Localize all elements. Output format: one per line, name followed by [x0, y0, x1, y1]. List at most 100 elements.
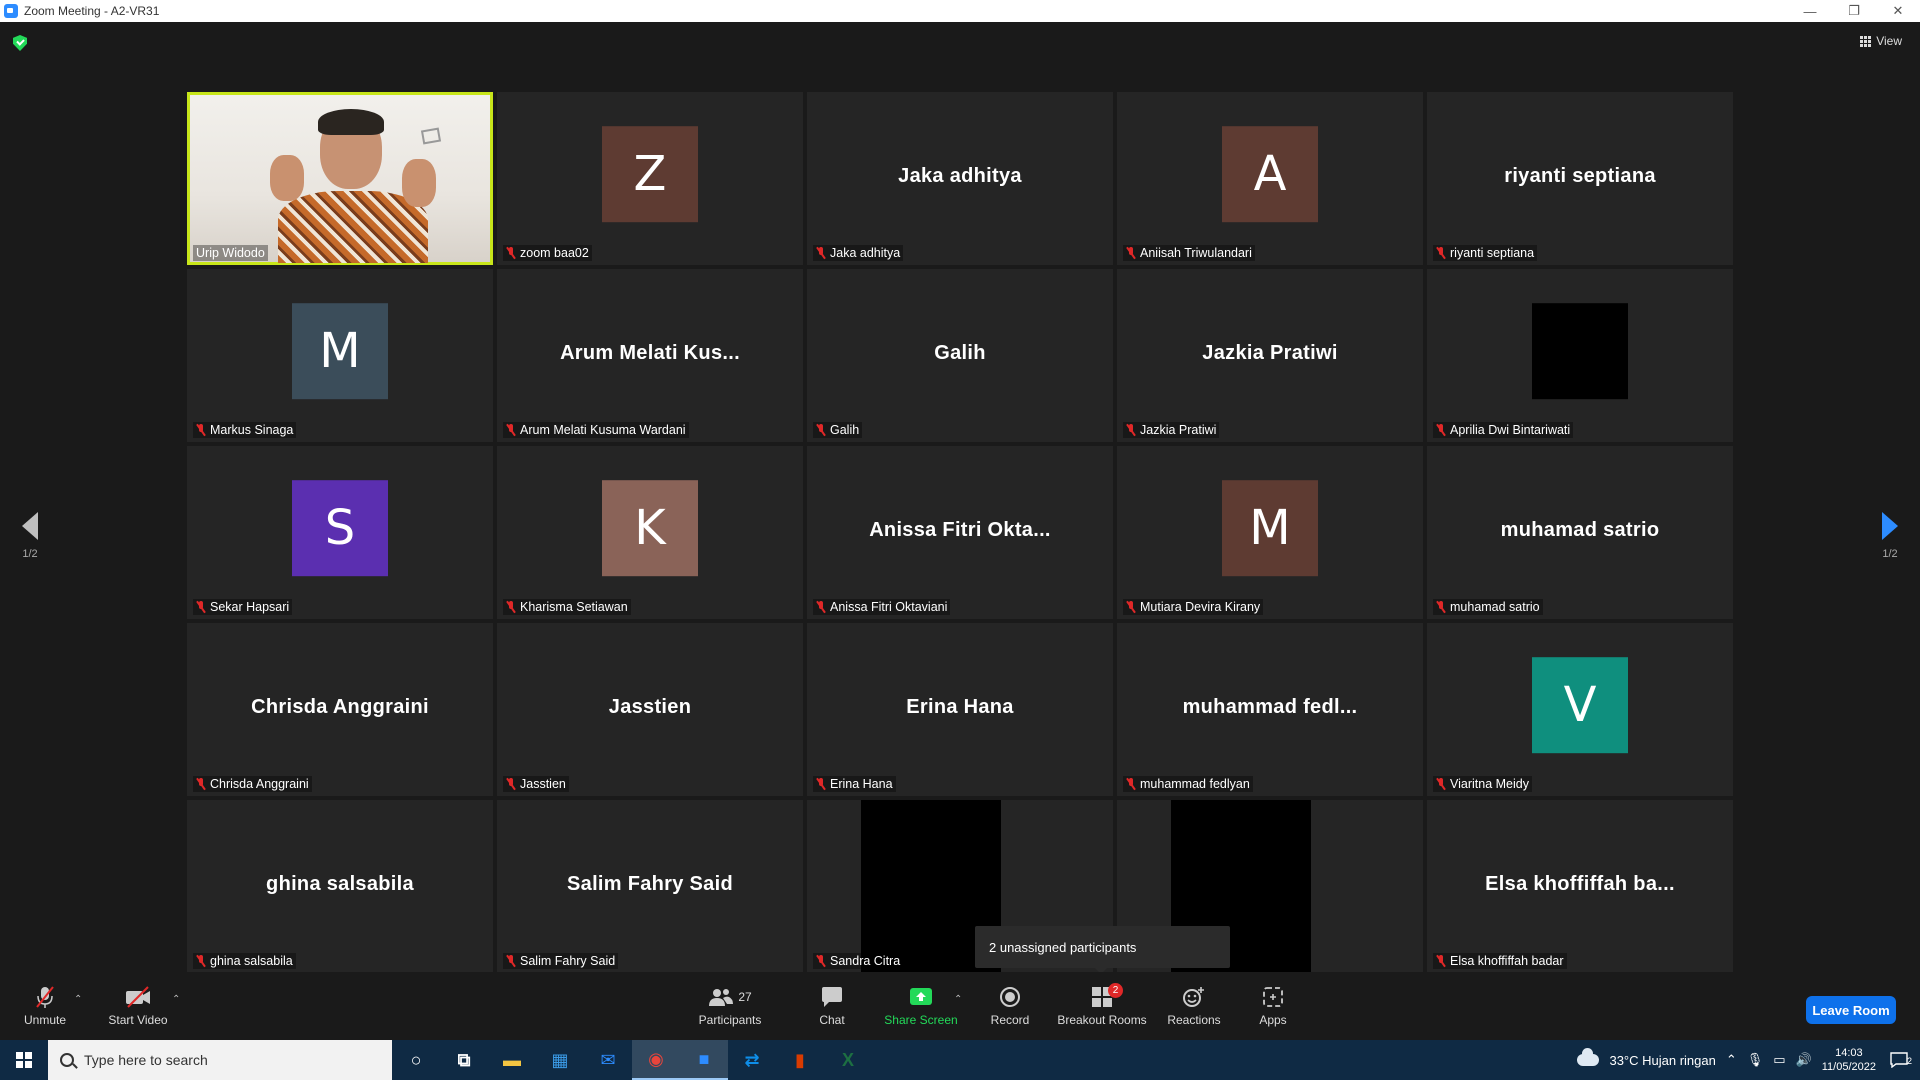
- excel-taskbar-button[interactable]: X: [824, 1040, 872, 1080]
- microphone-icon[interactable]: 🎙: [1747, 1052, 1764, 1068]
- participant-display-name: Arum Melati Kus...: [560, 341, 740, 364]
- chrome-taskbar-button[interactable]: ◉: [632, 1040, 680, 1080]
- system-tray: 33°C Hujan ringan ⌃ 🎙 ▭ 🔊 14:03 11/05/20…: [1577, 1040, 1920, 1080]
- participant-avatar: M: [1222, 479, 1318, 576]
- teamviewer-taskbar-button[interactable]: ⇄: [728, 1040, 776, 1080]
- chevron-up-icon[interactable]: ⌃: [1726, 1052, 1737, 1068]
- participants-button[interactable]: 27 Participants: [690, 972, 770, 1040]
- leave-room-button[interactable]: Leave Room: [1806, 996, 1896, 1024]
- participant-name: Sandra Citra: [830, 954, 901, 968]
- participant-tile[interactable]: M Mutiara Devira Kirany: [1117, 446, 1423, 619]
- unmute-button[interactable]: Unmute: [22, 972, 68, 1040]
- participant-tile[interactable]: muhamad satrio muhamad satrio: [1427, 446, 1733, 619]
- cortana-taskbar-button[interactable]: ○: [392, 1040, 440, 1080]
- muted-mic-icon: [196, 955, 206, 967]
- muted-mic-icon: [1436, 955, 1446, 967]
- participant-tile[interactable]: riyanti septiana riyanti septiana: [1427, 92, 1733, 265]
- participant-tile[interactable]: Jasstien Jasstien: [497, 623, 803, 796]
- participant-name: muhammad fedlyan: [1140, 777, 1250, 791]
- participant-tile[interactable]: Salim Fahry Said Salim Fahry Said: [497, 800, 803, 973]
- notification-center-icon[interactable]: 2: [1886, 1052, 1912, 1068]
- next-page-button[interactable]: 1/2: [1878, 512, 1902, 560]
- participant-tile[interactable]: Chrisda Anggraini Chrisda Anggraini: [187, 623, 493, 796]
- participant-tile[interactable]: Aprilia Dwi Bintariwati: [1427, 269, 1733, 442]
- taskbar-pinned-apps: ○ ⧉ ▬ ▦ ✉ ◉ ■ ⇄ ▮ X: [392, 1040, 872, 1080]
- start-button[interactable]: [0, 1040, 48, 1080]
- minimize-button[interactable]: —: [1788, 0, 1832, 22]
- chrome-icon: ◉: [648, 1048, 664, 1069]
- participant-name-label: Aniisah Triwulandari: [1123, 245, 1255, 261]
- participant-name: Erina Hana: [830, 777, 893, 791]
- participant-name-label: riyanti septiana: [1433, 245, 1538, 261]
- network-icon[interactable]: ▭: [1773, 1052, 1785, 1068]
- participant-tile[interactable]: Anissa Fitri Okta... Anissa Fitri Oktavia…: [807, 446, 1113, 619]
- participant-tile[interactable]: K Kharisma Setiawan: [497, 446, 803, 619]
- close-button[interactable]: ✕: [1876, 0, 1920, 22]
- participant-tile[interactable]: ghina salsabila ghina salsabila: [187, 800, 493, 973]
- participant-name: zoom baa02: [520, 246, 589, 260]
- participant-tile[interactable]: Jaka adhitya Jaka adhitya: [807, 92, 1113, 265]
- previous-page-button[interactable]: 1/2: [18, 512, 42, 560]
- zoom-icon: ■: [698, 1048, 710, 1069]
- participant-name-label: muhammad fedlyan: [1123, 776, 1253, 792]
- meeting-toolbar: Unmute ⌃ Start Video ⌃ 27 Participants C…: [0, 972, 1920, 1040]
- muted-mic-icon: [1436, 778, 1446, 790]
- security-shield-icon[interactable]: [13, 35, 27, 51]
- taskbar-search-box[interactable]: Type here to search: [48, 1040, 392, 1080]
- volume-icon[interactable]: 🔊: [1796, 1052, 1812, 1068]
- apps-button[interactable]: Apps: [1248, 972, 1298, 1040]
- participant-tile[interactable]: muhammad fedl... muhammad fedlyan: [1117, 623, 1423, 796]
- page-indicator-left: 1/2: [22, 548, 38, 560]
- record-button[interactable]: Record: [980, 972, 1040, 1040]
- participant-display-name: muhamad satrio: [1500, 518, 1660, 541]
- participant-avatar: A: [1222, 125, 1318, 222]
- breakout-rooms-button[interactable]: 2 Breakout Rooms: [1054, 972, 1150, 1040]
- participant-tile[interactable]: V Viaritna Meidy: [1427, 623, 1733, 796]
- muted-mic-icon: [196, 778, 206, 790]
- mail-taskbar-button[interactable]: ✉: [584, 1040, 632, 1080]
- participant-tile[interactable]: Elsa khoffiffah ba... Elsa khoffiffah bad…: [1427, 800, 1733, 973]
- clock-date: 11/05/2022: [1821, 1061, 1876, 1073]
- participant-avatar: S: [292, 479, 388, 576]
- view-label: View: [1876, 34, 1902, 48]
- video-options-caret-icon[interactable]: ⌃: [172, 994, 180, 1005]
- participant-tile[interactable]: S Sekar Hapsari: [187, 446, 493, 619]
- share-options-caret-icon[interactable]: ⌃: [954, 994, 962, 1005]
- participant-gallery: Urip Widodo Zzoom baa02 Jaka adhitya Jaka a…: [187, 92, 1734, 973]
- file-explorer-taskbar-button[interactable]: ▬: [488, 1040, 536, 1080]
- start-video-button[interactable]: Start Video: [106, 972, 170, 1040]
- participant-tile[interactable]: Arum Melati Kus... Arum Melati Kusuma War…: [497, 269, 803, 442]
- participant-tile[interactable]: A Aniisah Triwulandari: [1117, 92, 1423, 265]
- muted-mic-icon: [1126, 601, 1136, 613]
- chat-icon: [820, 985, 844, 1009]
- chat-button[interactable]: Chat: [800, 972, 864, 1040]
- participant-tile[interactable]: Urip Widodo: [187, 92, 493, 265]
- participant-tile[interactable]: Jazkia Pratiwi Jazkia Pratiwi: [1117, 269, 1423, 442]
- share-screen-button[interactable]: Share Screen: [878, 972, 964, 1040]
- search-placeholder: Type here to search: [84, 1052, 208, 1068]
- view-button[interactable]: View: [1860, 34, 1902, 48]
- participant-name: Markus Sinaga: [210, 423, 294, 437]
- zoom-taskbar-button[interactable]: ■: [680, 1040, 728, 1080]
- weather-cloud-icon[interactable]: [1577, 1048, 1600, 1066]
- file-explorer-icon: ▬: [503, 1049, 521, 1070]
- participant-tile[interactable]: Galih Galih: [807, 269, 1113, 442]
- page-indicator-right: 1/2: [1882, 548, 1898, 560]
- restore-button[interactable]: ❐: [1832, 0, 1876, 22]
- participant-name-label: Aprilia Dwi Bintariwati: [1433, 422, 1574, 438]
- participant-tile[interactable]: Zzoom baa02: [497, 92, 803, 265]
- participant-name-label: Erina Hana: [813, 776, 896, 792]
- muted-mic-icon: [1436, 247, 1446, 259]
- muted-mic-icon: [1436, 601, 1446, 613]
- store-taskbar-button[interactable]: ▦: [536, 1040, 584, 1080]
- participant-tile[interactable]: Erina Hana Erina Hana: [807, 623, 1113, 796]
- clock[interactable]: 14:03 11/05/2022: [1822, 1046, 1876, 1074]
- participant-tile[interactable]: M Markus Sinaga: [187, 269, 493, 442]
- participant-name: Aprilia Dwi Bintariwati: [1450, 423, 1571, 437]
- task-view-taskbar-button[interactable]: ⧉: [440, 1040, 488, 1080]
- chat-label: Chat: [819, 1013, 845, 1027]
- office-taskbar-button[interactable]: ▮: [776, 1040, 824, 1080]
- reactions-button[interactable]: Reactions: [1164, 972, 1224, 1040]
- weather-text[interactable]: 33°C Hujan ringan: [1609, 1053, 1715, 1068]
- audio-options-caret-icon[interactable]: ⌃: [74, 994, 82, 1005]
